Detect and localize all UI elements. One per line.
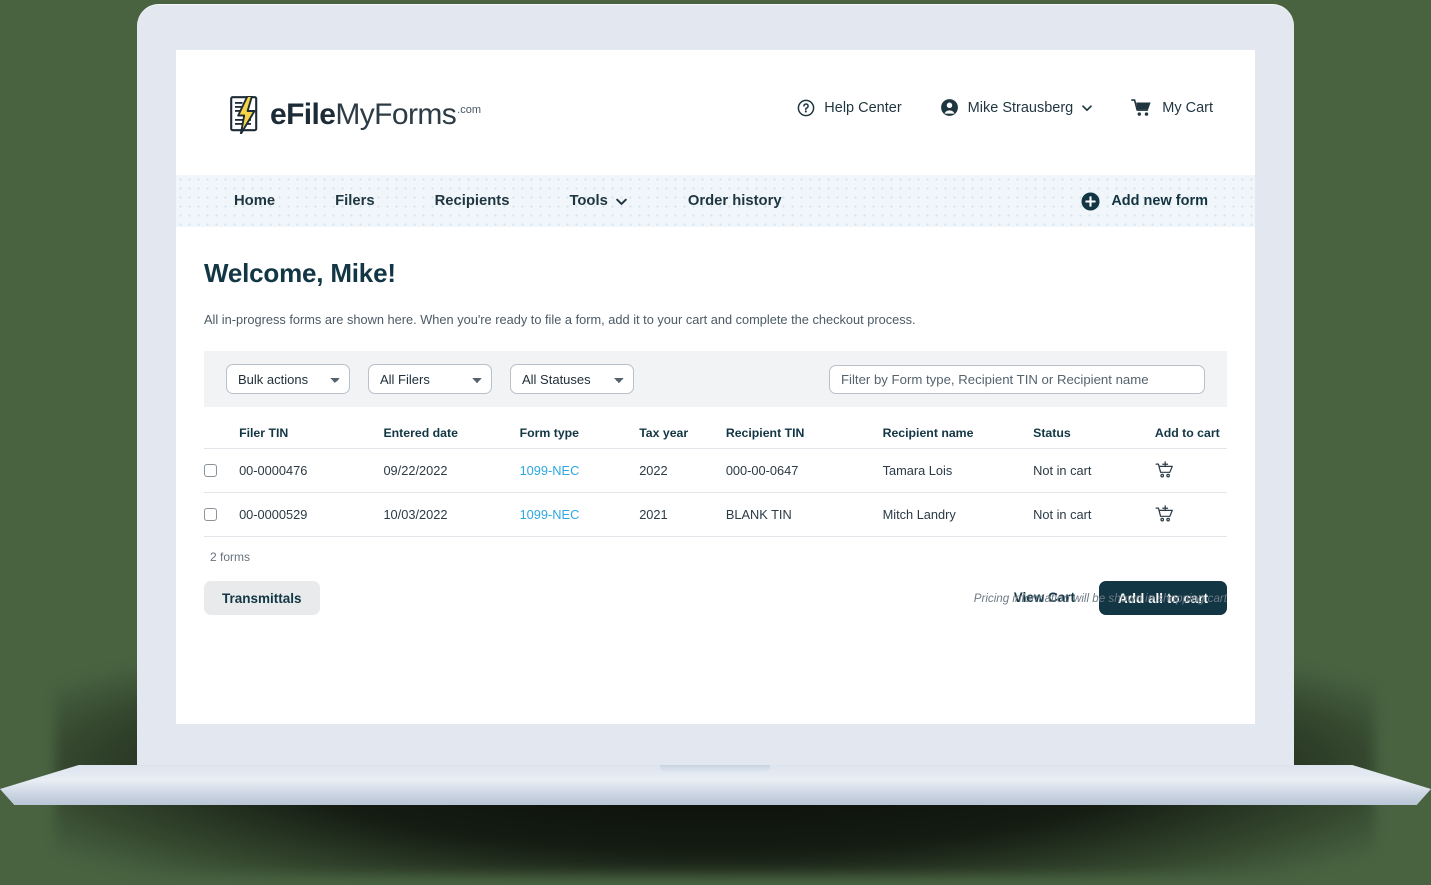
table-row: 00-0000476 09/22/2022 1099-NEC 2022 000-…: [204, 448, 1227, 493]
column-header-tax-year: Tax year: [639, 417, 726, 449]
cell-filer-tin: 00-0000529: [239, 492, 384, 537]
document-lightning-icon: [230, 96, 258, 134]
nav-item-tools[interactable]: Tools: [539, 193, 657, 209]
page-body: Welcome, Mike! All in-progress forms are…: [176, 227, 1255, 615]
cell-recipient-tin: 000-00-0647: [725, 448, 883, 493]
row-select-cell: [204, 492, 240, 537]
forms-count-label: 2 forms: [210, 550, 251, 564]
laptop-mockup: eFileMyForms.com Help Center Mike Straus…: [0, 0, 1431, 885]
nav-item-recipients[interactable]: Recipients: [405, 193, 540, 209]
pricing-note: Pricing information will be shown in sho…: [973, 592, 1227, 605]
chevron-down-icon: [616, 198, 627, 205]
forms-table-head: Filer TIN Entered date Form type Tax yea…: [204, 417, 1227, 449]
cell-recipient-name: Tamara Lois: [882, 448, 1034, 493]
forms-table: Filer TIN Entered date Form type Tax yea…: [204, 417, 1227, 537]
user-circle-icon: [940, 99, 958, 116]
nav-item-list: Home Filers Recipients Tools Order histo…: [204, 193, 812, 209]
header-actions: Help Center Mike Strausberg My Cart: [797, 98, 1213, 117]
column-header-recipient-name: Recipient name: [882, 417, 1034, 449]
nav-item-label: Filers: [335, 193, 375, 209]
brand-wordmark: eFileMyForms.com: [270, 98, 481, 132]
table-row: 00-0000529 10/03/2022 1099-NEC 2021 BLAN…: [204, 492, 1227, 537]
nav-item-label: Recipients: [434, 193, 510, 209]
table-header-row: Filer TIN Entered date Form type Tax yea…: [204, 417, 1227, 449]
cart-plus-icon[interactable]: [1155, 505, 1174, 524]
cell-tax-year: 2022: [639, 448, 726, 493]
cell-entered-date: 10/03/2022: [383, 492, 520, 537]
user-name-label: Mike Strausberg: [967, 99, 1074, 116]
cell-add-to-cart: [1154, 492, 1227, 537]
form-type-link[interactable]: 1099-NEC: [520, 463, 580, 478]
page-subtitle: All in-progress forms are shown here. Wh…: [204, 312, 916, 327]
cell-status: Not in cart: [1033, 448, 1155, 493]
row-select-cell: [204, 448, 240, 493]
shopping-cart-icon: [1131, 99, 1151, 116]
cell-filer-tin: 00-0000476: [239, 448, 384, 493]
column-header-entered-date: Entered date: [383, 417, 520, 449]
site-header: eFileMyForms.com Help Center Mike Straus…: [176, 50, 1255, 175]
column-header-status: Status: [1033, 417, 1155, 449]
my-cart-link[interactable]: My Cart: [1131, 98, 1213, 117]
row-checkbox[interactable]: [204, 508, 217, 521]
help-center-label: Help Center: [824, 99, 902, 116]
laptop-hinge-notch: [660, 765, 770, 772]
cell-status: Not in cart: [1033, 492, 1155, 537]
filers-select[interactable]: All Filers: [368, 364, 492, 394]
select-all-header: [204, 417, 240, 449]
brand-tld: .com: [457, 104, 481, 116]
forms-table-body: 00-0000476 09/22/2022 1099-NEC 2022 000-…: [204, 448, 1227, 537]
nav-item-label: Order history: [687, 193, 782, 209]
row-checkbox[interactable]: [204, 464, 217, 477]
column-header-recipient-tin: Recipient TIN: [725, 417, 883, 449]
statuses-select[interactable]: All Statuses: [510, 364, 634, 394]
cell-tax-year: 2021: [639, 492, 726, 537]
cell-form-type: 1099-NEC: [519, 492, 640, 537]
page-title: Welcome, Mike!: [204, 258, 396, 288]
search-input[interactable]: [829, 364, 1205, 394]
nav-item-home[interactable]: Home: [204, 193, 305, 209]
brand-name-bold: eFile: [270, 98, 336, 131]
plus-circle-icon: [1081, 192, 1100, 210]
question-circle-icon: [797, 99, 815, 116]
nav-item-label: Home: [234, 193, 276, 209]
filter-bar: Bulk actions All Filers All Statuses: [204, 351, 1227, 407]
help-center-link[interactable]: Help Center: [797, 99, 902, 117]
cell-form-type: 1099-NEC: [519, 448, 640, 493]
column-header-filer-tin: Filer TIN: [239, 417, 384, 449]
cell-entered-date: 09/22/2022: [383, 448, 520, 493]
cell-recipient-name: Mitch Landry: [882, 492, 1034, 537]
chevron-down-icon: [1082, 104, 1093, 111]
my-cart-label: My Cart: [1162, 99, 1213, 116]
nav-item-order-history[interactable]: Order history: [658, 193, 812, 209]
browser-viewport: eFileMyForms.com Help Center Mike Straus…: [176, 50, 1255, 724]
cell-add-to-cart: [1154, 448, 1227, 493]
cell-recipient-tin: BLANK TIN: [725, 492, 883, 537]
cart-plus-icon[interactable]: [1155, 461, 1174, 480]
nav-item-label: Tools: [569, 193, 608, 209]
add-new-form-button[interactable]: Add new form: [1081, 192, 1208, 211]
brand-logo[interactable]: eFileMyForms.com: [230, 96, 481, 134]
user-menu[interactable]: Mike Strausberg: [940, 98, 1094, 117]
column-header-form-type: Form type: [519, 417, 640, 449]
brand-name-light: MyForms: [335, 98, 457, 131]
main-navigation: Home Filers Recipients Tools Order histo…: [176, 175, 1255, 227]
table-footer-actions: Transmittals View Cart Add all to cart P…: [204, 581, 1227, 615]
nav-item-filers[interactable]: Filers: [305, 193, 404, 209]
bulk-actions-select[interactable]: Bulk actions: [226, 364, 350, 394]
add-new-form-label: Add new form: [1111, 193, 1208, 209]
column-header-add-to-cart: Add to cart: [1154, 417, 1227, 449]
form-type-link[interactable]: 1099-NEC: [520, 507, 580, 522]
